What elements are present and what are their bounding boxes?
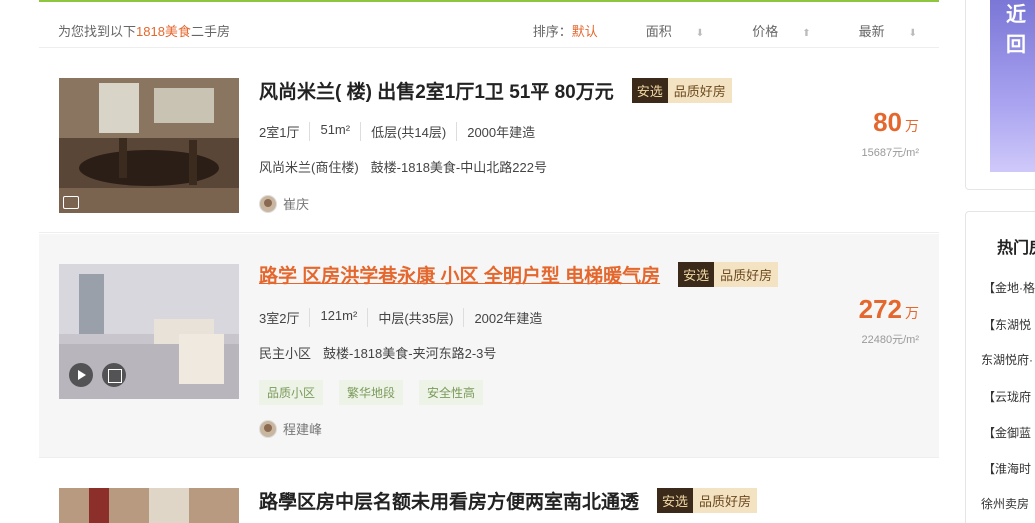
page: 为您找到以下1818美食二手房 排序： 默认 面积 ⬇ 价格 ⬆ 最新 ⬇ 风尚… [0, 0, 1035, 523]
room-photo-image [59, 488, 239, 523]
listing-item[interactable]: 路学 区房洪学巷永康 小区 全明户型 电梯暖气房 安选 品质好房 3室2厅 12… [39, 234, 939, 458]
quality-badge: 品质好房 [714, 262, 779, 287]
area-text: 121m² [309, 308, 367, 327]
arrow-down-icon: ⬇ [908, 28, 917, 39]
sort-label: 排序： [532, 24, 572, 39]
sort-latest-label: 最新 [858, 24, 885, 39]
sort-area-label: 面积 [645, 24, 672, 39]
listing-address: 风尚米兰(商住楼) 鼓楼-1818美食-中山北路222号 [259, 157, 547, 176]
location-text: 鼓楼-1818美食-中山北路222号 [370, 160, 547, 175]
listing-item[interactable]: 风尚米兰( 楼) 出售2室1厅1卫 51平 80万元 安选 品质好房 2室1厅 … [39, 49, 939, 233]
result-keyword: 1818美食 [136, 24, 191, 39]
promo-banner[interactable]: 近 回 [990, 0, 1035, 172]
sort-default[interactable]: 默认 [572, 21, 598, 40]
listing-item[interactable]: 路學区房中层名额未用看房方便两室南北通透 安选 品质好房 [39, 459, 939, 523]
hot-item[interactable]: 徐州卖房 [981, 495, 1029, 512]
arrow-down-icon: ⬇ [695, 28, 705, 39]
promo-text-line1: 近 [1006, 4, 1026, 26]
anxuan-badge: 安选 [631, 78, 668, 103]
listing-photo[interactable] [59, 78, 239, 213]
listing-meta: 2室1厅 51m² 低层(共14层) 2000年建造 [259, 122, 545, 141]
unit-price: 22480元/m² [861, 334, 919, 346]
play-video-icon[interactable] [69, 363, 93, 387]
price-unit: 万 [905, 305, 919, 321]
sort-latest[interactable]: 最新 ⬇ [835, 21, 917, 40]
total-price: 80 [873, 107, 902, 137]
listing-title[interactable]: 风尚米兰( 楼) 出售2室1厅1卫 51平 80万元 [259, 77, 614, 104]
layout-text: 3室2厅 [259, 311, 300, 326]
quality-badge: 品质好房 [693, 488, 758, 513]
listing-photo[interactable] [59, 264, 239, 399]
listing-address: 民主小区 鼓楼-1818美食-夹河东路2-3号 [259, 343, 496, 362]
community-link[interactable]: 风尚米兰(商住楼) [259, 160, 359, 175]
feature-tags: 品质小区 繁华地段 安全性高 [259, 380, 499, 405]
agent-name: 程建峰 [283, 422, 323, 437]
floor-text: 中层(共35层) [367, 308, 463, 327]
hot-item[interactable]: 东湖悦府· [981, 351, 1033, 368]
result-bar: 为您找到以下1818美食二手房 排序： 默认 面积 ⬇ 价格 ⬆ 最新 ⬇ [39, 2, 939, 48]
listing-title-row: 路學区房中层名额未用看房方便两室南北通透 安选 品质好房 [259, 487, 758, 514]
hot-item[interactable]: 【淮海时 [983, 460, 1031, 477]
photo-gallery-icon [63, 196, 79, 209]
promo-text-line2: 回 [1006, 34, 1026, 56]
hot-item[interactable]: 【金地·格 [983, 279, 1035, 296]
result-suffix: 二手房 [190, 24, 230, 39]
hot-item[interactable]: 【云珑府 [983, 388, 1031, 405]
room-photo-image [59, 78, 239, 213]
avatar [259, 194, 277, 213]
sort-bar: 排序： 默认 面积 ⬇ 价格 ⬆ 最新 ⬇ [533, 21, 917, 40]
arrow-up-icon: ⬆ [802, 28, 811, 39]
anxuan-badge: 安选 [657, 488, 694, 513]
listing-title[interactable]: 路学 区房洪学巷永康 小区 全明户型 电梯暖气房 [259, 261, 660, 288]
layout-text: 2室1厅 [259, 125, 300, 140]
hot-item[interactable]: 【东湖悦 [983, 316, 1031, 333]
listing-column: 为您找到以下1818美食二手房 排序： 默认 面积 ⬇ 价格 ⬆ 最新 ⬇ 风尚… [39, 0, 939, 523]
quality-badge: 品质好房 [667, 78, 732, 103]
hot-panel-title: 热门房 [997, 240, 1035, 257]
year-text: 2002年建造 [463, 308, 552, 327]
unit-price: 15687元/m² [861, 147, 919, 159]
sort-price[interactable]: 价格 ⬆ [728, 21, 810, 40]
listing-photo[interactable] [59, 488, 239, 523]
price-unit: 万 [905, 118, 919, 134]
area-text: 51m² [309, 122, 360, 141]
vr-view-icon[interactable] [102, 363, 126, 387]
sort-area[interactable]: 面积 ⬇ [622, 21, 704, 40]
location-text: 鼓楼-1818美食-夹河东路2-3号 [323, 346, 497, 361]
listing-title-row: 路学 区房洪学巷永康 小区 全明户型 电梯暖气房 安选 品质好房 [259, 261, 779, 288]
sort-price-label: 价格 [752, 24, 779, 39]
year-text: 2000年建造 [456, 122, 545, 141]
anxuan-badge: 安选 [678, 262, 715, 287]
result-summary: 为您找到以下1818美食二手房 [58, 21, 230, 40]
agent-info[interactable]: 程建峰 [259, 419, 322, 438]
agent-info[interactable]: 崔庆 [259, 194, 309, 213]
avatar [259, 419, 277, 438]
community-link[interactable]: 民主小区 [259, 346, 311, 361]
listing-title[interactable]: 路學区房中层名额未用看房方便两室南北通透 [259, 487, 639, 514]
price-block: 272 万 22480元/m² [859, 294, 919, 347]
price-block: 80 万 15687元/m² [862, 107, 919, 160]
feature-tag: 繁华地段 [339, 380, 404, 405]
hot-listings-panel: 热门房 【金地·格 【东湖悦 东湖悦府· 【云珑府 【金御蓝 【淮海时 徐州卖房 [965, 211, 1035, 523]
feature-tag: 安全性高 [419, 380, 484, 405]
feature-tag: 品质小区 [259, 380, 324, 405]
listing-title-row: 风尚米兰( 楼) 出售2室1厅1卫 51平 80万元 安选 品质好房 [259, 77, 732, 104]
listing-meta: 3室2厅 121m² 中层(共35层) 2002年建造 [259, 308, 552, 327]
total-price: 272 [858, 294, 902, 324]
floor-text: 低层(共14层) [360, 122, 456, 141]
hot-item[interactable]: 【金御蓝 [983, 424, 1031, 441]
result-prefix: 为您找到以下 [58, 24, 137, 39]
agent-name: 崔庆 [283, 197, 310, 212]
